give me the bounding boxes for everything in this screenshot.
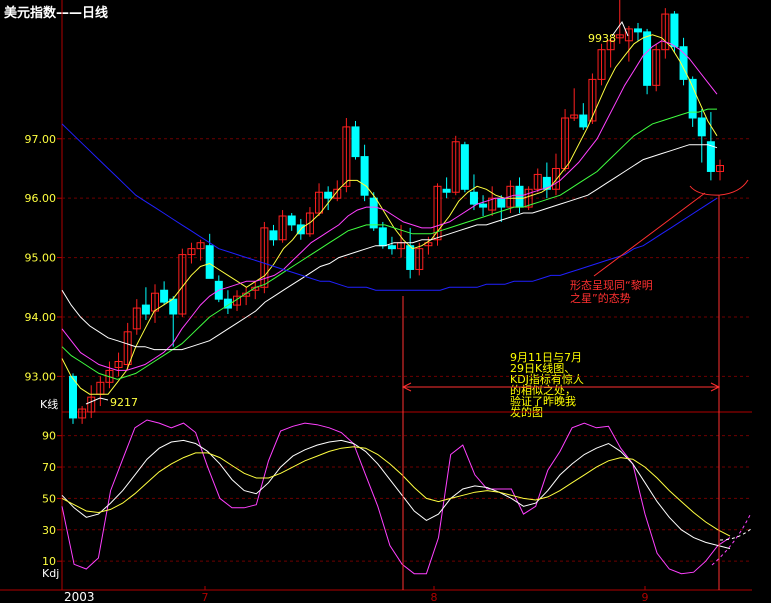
candle — [69, 373, 77, 424]
candle-body-down — [324, 191, 333, 199]
kdj-tick-label: 70 — [42, 461, 56, 474]
candle — [533, 168, 542, 193]
candle — [488, 186, 497, 216]
candle — [433, 183, 442, 246]
candle-body-down — [387, 245, 396, 250]
candle — [688, 76, 697, 127]
ma-long3-line — [61, 123, 718, 291]
kline-tick-label: 93.00 — [25, 370, 57, 383]
candle — [242, 287, 251, 306]
candle — [406, 227, 415, 279]
candle — [497, 195, 506, 222]
high-price-label: 9938 — [588, 32, 616, 45]
ma-mid-line — [61, 40, 718, 371]
candle — [442, 177, 451, 199]
kdj-tick-label: 30 — [42, 524, 56, 537]
kline-panel-label: K线 — [40, 397, 58, 411]
candle — [597, 43, 606, 86]
x-month-label: 9 — [642, 591, 649, 603]
kdj-panel-label: Kdj — [42, 567, 59, 580]
candle — [223, 290, 232, 314]
candle — [160, 281, 169, 306]
candle — [141, 287, 150, 320]
candle — [269, 224, 278, 246]
candle — [542, 162, 551, 199]
ma-short-line — [61, 34, 718, 395]
candle-body-down — [579, 114, 588, 128]
candle — [114, 352, 123, 377]
kdj-j-line — [61, 419, 731, 575]
candle — [661, 8, 670, 59]
candle — [187, 242, 196, 264]
x-month-label: 7 — [202, 591, 209, 603]
kline-tick-label: 94.00 — [25, 311, 57, 324]
candle-body-down — [460, 144, 469, 190]
candle — [214, 275, 223, 303]
candle-body-down — [406, 245, 415, 270]
kline-tick-label: 97.00 — [25, 133, 57, 146]
kdj-tick-label: 90 — [42, 430, 56, 443]
candle — [105, 361, 114, 389]
kline-tick-label: 96.00 — [25, 192, 57, 205]
candle-body-down — [670, 13, 679, 48]
candle — [551, 153, 560, 196]
low-price-label: 9217 — [110, 396, 138, 409]
candle — [451, 135, 460, 196]
candle — [652, 43, 661, 92]
candle — [633, 22, 642, 41]
x-start-label: 2003 — [64, 590, 95, 603]
kdj-tick-label: 50 — [42, 492, 56, 505]
candle-body-down — [497, 197, 506, 208]
candle-body-down — [160, 289, 169, 303]
low-pointer — [85, 397, 109, 405]
morning-star-pointer — [593, 192, 706, 277]
candle — [579, 103, 588, 130]
candle — [378, 221, 387, 249]
candle-body-down — [269, 230, 278, 241]
candle-body-down — [141, 304, 150, 315]
candle — [251, 281, 260, 300]
candle — [351, 120, 360, 160]
candle-body-down — [169, 298, 178, 315]
candle — [360, 144, 369, 202]
candle — [78, 406, 87, 424]
candle-body-down — [633, 28, 642, 33]
candle — [196, 239, 205, 261]
candle-body-down — [697, 117, 706, 137]
candle-body-down — [287, 215, 296, 226]
kdj-projection-j — [711, 514, 751, 566]
candle-body-down — [442, 188, 451, 193]
candle — [387, 236, 396, 255]
candle — [287, 213, 296, 231]
kdj-k-line — [61, 439, 731, 550]
kline-tick-label: 95.00 — [25, 252, 57, 265]
candle — [305, 207, 314, 237]
candle — [460, 141, 469, 193]
candle-body-down — [643, 31, 652, 86]
candle-body-down — [515, 185, 524, 208]
candle-body-down — [360, 156, 369, 196]
x-month-label: 8 — [431, 591, 438, 603]
candle — [342, 118, 351, 193]
candle-body-down — [369, 197, 378, 229]
candle — [561, 109, 570, 172]
candle-body-down — [479, 203, 488, 208]
candle — [479, 195, 488, 216]
morning-star-arc — [689, 179, 749, 196]
dollar-index-daily-chart: 93.0094.0095.0096.0097.00K线1030507090Kdj… — [0, 0, 753, 603]
candle — [278, 210, 287, 243]
candle — [716, 159, 724, 181]
candle-body-down — [469, 191, 478, 205]
candle-body-down — [205, 245, 214, 279]
candle — [679, 37, 688, 86]
candle — [205, 233, 214, 279]
candle-body-down — [351, 126, 360, 158]
candle — [570, 88, 579, 121]
candle — [643, 28, 652, 95]
candle-body-down — [378, 227, 387, 247]
candle — [697, 109, 706, 163]
candle — [96, 376, 105, 407]
candle — [123, 322, 132, 371]
candles — [69, 0, 724, 424]
